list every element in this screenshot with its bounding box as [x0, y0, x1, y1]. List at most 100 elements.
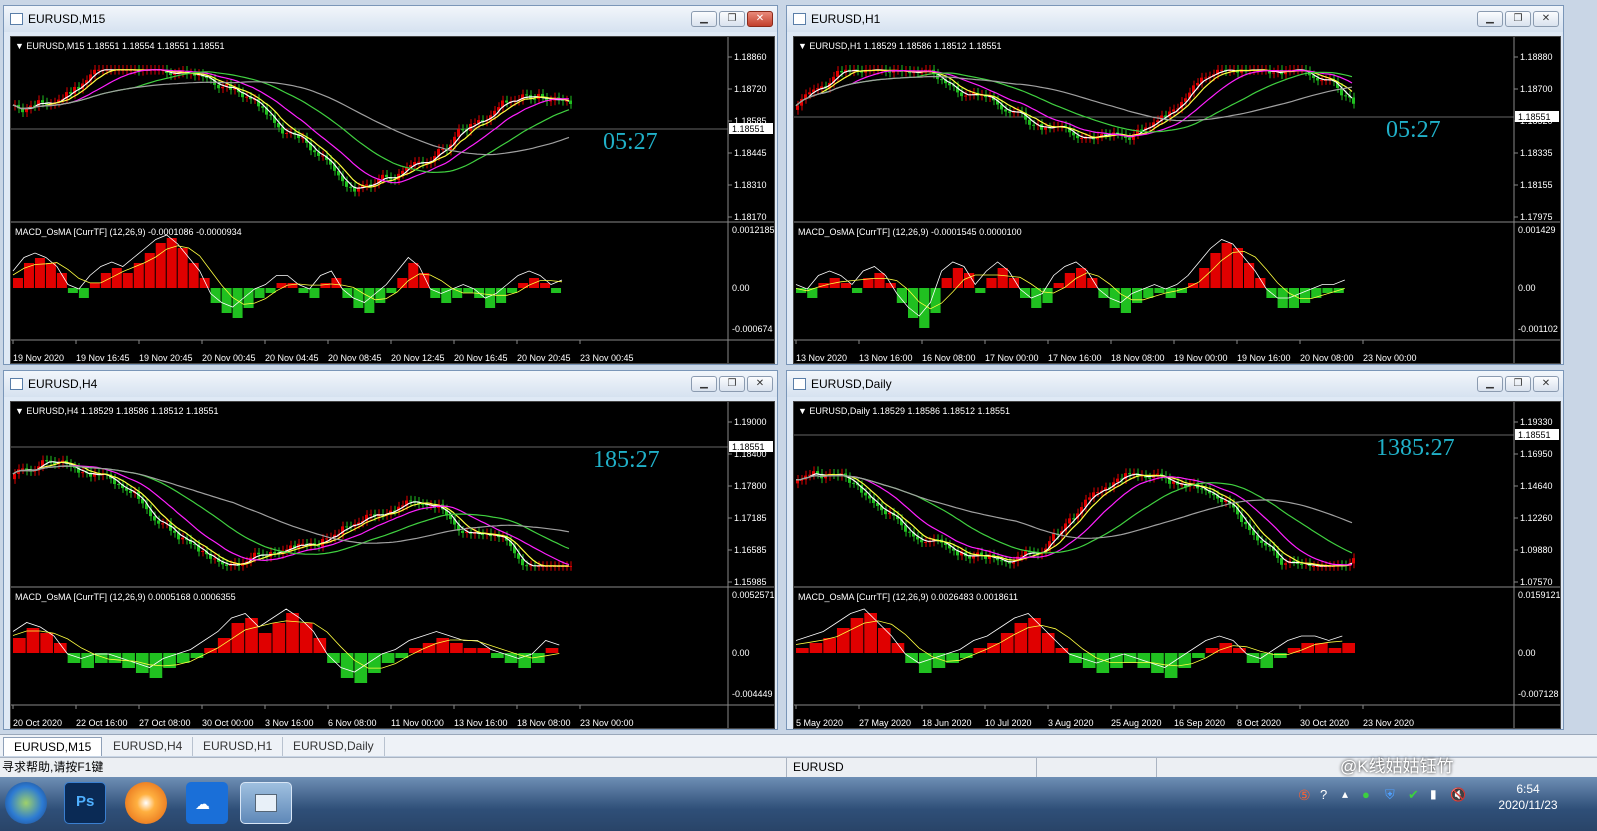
- chart-window-icon: [10, 13, 23, 25]
- browser-app-button[interactable]: [125, 782, 167, 824]
- shield-icon[interactable]: ⛨: [1385, 787, 1395, 803]
- price-tick-label: 1.18155: [1520, 180, 1553, 190]
- network-icon[interactable]: ▮: [1430, 787, 1437, 801]
- time-tick-label: 13 Nov 16:00: [859, 353, 913, 363]
- status-cell: [1156, 758, 1276, 777]
- tab-eurusd-h4[interactable]: EURUSD,H4: [103, 737, 194, 756]
- bid-label: 1.18551: [1518, 112, 1551, 122]
- bid-label: 1.18551: [732, 442, 765, 452]
- time-tick-label: 20 Nov 12:45: [391, 353, 445, 363]
- macd-histogram-bar: [941, 278, 952, 288]
- minimize-button[interactable]: ▁: [691, 11, 717, 27]
- moving-average-line: [795, 71, 1353, 133]
- chart-area[interactable]: ▼ EURUSD,H1 1.18529 1.18586 1.18512 1.18…: [793, 36, 1561, 364]
- macd-histogram-bar: [874, 273, 885, 288]
- symbol-info-text: ▼ EURUSD,M15 1.18551 1.18554 1.18551 1.1…: [15, 41, 225, 51]
- maximize-button[interactable]: ❐: [1505, 11, 1531, 27]
- metatrader-app-button[interactable]: [240, 782, 292, 824]
- symbol-info-text: ▼ EURUSD,H4 1.18529 1.18586 1.18512 1.18…: [15, 406, 219, 416]
- close-button[interactable]: ✕: [1533, 376, 1559, 392]
- candle-body: [1076, 135, 1079, 139]
- candle-body: [525, 565, 528, 567]
- close-button[interactable]: ✕: [747, 376, 773, 392]
- clock[interactable]: 6:54 2020/11/23: [1478, 781, 1578, 813]
- chart-window-daily[interactable]: EURUSD,Daily ▁ ❐ ✕ ▼ EURUSD,Daily 1.1852…: [786, 370, 1564, 730]
- chart-window-h1[interactable]: EURUSD,H1 ▁ ❐ ✕ ▼ EURUSD,H1 1.18529 1.18…: [786, 5, 1564, 365]
- symbol-info-text: ▼ EURUSD,Daily 1.18529 1.18586 1.18512 1…: [798, 406, 1010, 416]
- macd-histogram-bar: [258, 633, 272, 653]
- macd-tick-label: 0.00: [732, 283, 750, 293]
- candle-body: [1080, 138, 1083, 140]
- candle-body: [21, 468, 24, 470]
- close-button[interactable]: ✕: [747, 11, 773, 27]
- title-bar[interactable]: EURUSD,H1 ▁ ❐ ✕: [787, 6, 1563, 32]
- title-bar[interactable]: EURUSD,Daily ▁ ❐ ✕: [787, 371, 1563, 397]
- candle-body: [505, 100, 508, 103]
- price-tick-label: 1.18310: [734, 180, 767, 190]
- minimize-button[interactable]: ▁: [1477, 376, 1503, 392]
- candle-body: [365, 184, 368, 186]
- candle-body: [525, 94, 528, 96]
- chart-area[interactable]: ▼ EURUSD,M15 1.18551 1.18554 1.18551 1.1…: [10, 36, 775, 364]
- price-tick-label: 1.09880: [1520, 545, 1553, 555]
- time-tick-label: 27 Oct 08:00: [139, 718, 191, 728]
- candle-body: [417, 161, 420, 163]
- candle-body: [441, 149, 444, 151]
- help-icon[interactable]: ?: [1320, 787, 1327, 802]
- maximize-button[interactable]: ❐: [719, 376, 745, 392]
- candle-body: [1344, 95, 1347, 97]
- candle-body: [385, 174, 388, 178]
- macd-tick-label: 0.0052571: [732, 590, 775, 600]
- price-tick-label: 1.18700: [1520, 84, 1553, 94]
- time-tick-label: 19 Nov 16:45: [76, 353, 130, 363]
- macd-histogram-bar: [67, 288, 78, 293]
- moving-average-line: [795, 75, 1353, 122]
- minimize-button[interactable]: ▁: [1477, 11, 1503, 27]
- moving-average-line: [12, 69, 570, 184]
- input-method-icon[interactable]: ⑤: [1298, 787, 1311, 804]
- candle-body: [457, 129, 460, 137]
- macd-histogram-bar: [485, 288, 496, 308]
- time-tick-label: 18 Nov 08:00: [1111, 353, 1165, 363]
- time-tick-label: 17 Nov 16:00: [1048, 353, 1102, 363]
- tray-arrow-icon[interactable]: ▴: [1342, 787, 1348, 801]
- candle-body: [41, 100, 44, 103]
- start-button[interactable]: [5, 782, 47, 824]
- chart-window-m15[interactable]: EURUSD,M15 ▁ ❐ ✕ ▼ EURUSD,M15 1.18551 1.…: [3, 5, 778, 365]
- title-bar[interactable]: EURUSD,H4 ▁ ❐ ✕: [4, 371, 777, 397]
- candle-body: [1044, 127, 1047, 130]
- photoshop-app-button[interactable]: Ps: [64, 782, 106, 824]
- chart-area[interactable]: ▼ EURUSD,Daily 1.18529 1.18586 1.18512 1…: [793, 401, 1561, 729]
- macd-histogram-bar: [13, 278, 23, 288]
- bar-countdown-timer: 05:27: [1386, 117, 1441, 143]
- macd-histogram-bar: [299, 623, 313, 653]
- tab-eurusd-daily[interactable]: EURUSD,Daily: [283, 737, 385, 756]
- security-icon[interactable]: ✔: [1408, 787, 1419, 803]
- time-tick-label: 19 Nov 00:00: [1174, 353, 1228, 363]
- macd-histogram-bar: [1260, 653, 1274, 668]
- maximize-button[interactable]: ❐: [719, 11, 745, 27]
- title-bar[interactable]: EURUSD,M15 ▁ ❐ ✕: [4, 6, 777, 32]
- maximize-button[interactable]: ❐: [1505, 376, 1531, 392]
- macd-histogram-bar: [975, 288, 986, 293]
- taskbar: Ps ☁ ⑤ ? ▴ ● ⛨ ✔ ▮ 🔇 6:54 2020/11/23: [0, 777, 1597, 831]
- chart-window-h4[interactable]: EURUSD,H4 ▁ ❐ ✕ ▼ EURUSD,H4 1.18529 1.18…: [3, 370, 778, 730]
- chart-area[interactable]: ▼ EURUSD,H4 1.18529 1.18586 1.18512 1.18…: [10, 401, 775, 729]
- macd-histogram-bar: [450, 643, 463, 653]
- volume-icon[interactable]: 🔇: [1450, 787, 1466, 803]
- minimize-button[interactable]: ▁: [691, 376, 717, 392]
- macd-histogram-bar: [1042, 288, 1053, 303]
- candle-body: [213, 558, 216, 560]
- wechat-icon[interactable]: ●: [1362, 787, 1370, 802]
- macd-histogram-bar: [320, 283, 331, 288]
- chat-app-button[interactable]: ☁: [186, 782, 228, 824]
- macd-histogram-bar: [463, 288, 474, 293]
- tab-eurusd-m15[interactable]: EURUSD,M15: [3, 737, 103, 756]
- cloud-icon: ☁: [195, 796, 210, 813]
- candle-body: [1028, 119, 1031, 125]
- tab-eurusd-h1[interactable]: EURUSD,H1: [193, 737, 284, 756]
- macd-histogram-bar: [823, 638, 836, 653]
- close-button[interactable]: ✕: [1533, 11, 1559, 27]
- time-tick-label: 27 May 2020: [859, 718, 911, 728]
- macd-histogram-bar: [1244, 263, 1255, 288]
